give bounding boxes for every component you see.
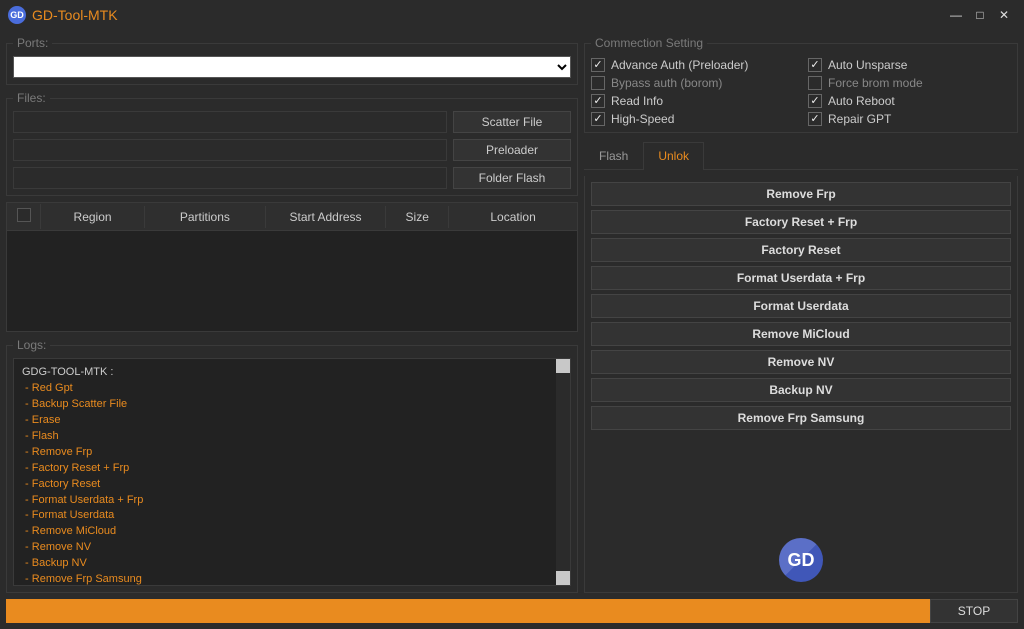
titlebar: GD GD-Tool-MTK — □ ✕ bbox=[0, 0, 1024, 30]
unlock-btn-factory-reset-frp[interactable]: Factory Reset + Frp bbox=[591, 210, 1011, 234]
conn-option-2[interactable]: Bypass auth (borom) bbox=[591, 76, 794, 90]
connection-setting-group: Commection Setting Advance Auth (Preload… bbox=[584, 36, 1018, 133]
minimize-button[interactable]: — bbox=[944, 5, 968, 25]
checkbox-icon bbox=[808, 58, 822, 72]
stop-button[interactable]: STOP bbox=[930, 599, 1018, 623]
conn-option-4[interactable]: Read Info bbox=[591, 94, 794, 108]
tab-flash[interactable]: Flash bbox=[584, 142, 643, 170]
conn-option-label: Force brom mode bbox=[828, 76, 923, 90]
log-line: - Factory Reset bbox=[22, 477, 562, 493]
close-button[interactable]: ✕ bbox=[992, 5, 1016, 25]
unlock-panel: Remove Frp Factory Reset + Frp Factory Res… bbox=[584, 176, 1018, 593]
logs-output[interactable]: GDG-TOOL-MTK : - Red Gpt - Backup Scatte… bbox=[13, 358, 571, 586]
checkbox-icon bbox=[591, 94, 605, 108]
logs-group: Logs: GDG-TOOL-MTK : - Red Gpt - Backup … bbox=[6, 338, 578, 593]
scatter-file-button[interactable]: Scatter File bbox=[453, 111, 571, 133]
preloader-button[interactable]: Preloader bbox=[453, 139, 571, 161]
ports-legend: Ports: bbox=[13, 36, 52, 50]
app-title: GD-Tool-MTK bbox=[32, 7, 118, 23]
conn-option-label: Advance Auth (Preloader) bbox=[611, 58, 748, 72]
files-group: Files: Scatter File Preloader Folder Fla… bbox=[6, 91, 578, 196]
log-line: - Backup Scatter File bbox=[22, 397, 562, 413]
ports-select[interactable] bbox=[13, 56, 571, 78]
th-start-address: Start Address bbox=[266, 206, 387, 228]
folder-flash-input[interactable] bbox=[13, 167, 447, 189]
maximize-button[interactable]: □ bbox=[968, 5, 992, 25]
log-line: - Flash bbox=[22, 429, 562, 445]
tab-bar: Flash Unlok bbox=[584, 141, 1018, 170]
checkbox-icon bbox=[808, 94, 822, 108]
log-header: GDG-TOOL-MTK : bbox=[22, 365, 562, 381]
checkbox-icon bbox=[808, 76, 822, 90]
log-line: - Erase bbox=[22, 413, 562, 429]
select-all-checkbox[interactable] bbox=[17, 208, 31, 222]
progress-bar bbox=[6, 599, 930, 623]
th-location: Location bbox=[449, 206, 577, 228]
conn-option-label: Repair GPT bbox=[828, 112, 891, 126]
bottom-bar: STOP bbox=[6, 599, 1018, 623]
unlock-btn-factory-reset[interactable]: Factory Reset bbox=[591, 238, 1011, 262]
log-line: - Remove Frp bbox=[22, 445, 562, 461]
conn-option-label: Bypass auth (borom) bbox=[611, 76, 722, 90]
conn-option-label: High-Speed bbox=[611, 112, 674, 126]
preloader-input[interactable] bbox=[13, 139, 447, 161]
unlock-btn-backup-nv[interactable]: Backup NV bbox=[591, 378, 1011, 402]
log-line: - Backup NV bbox=[22, 556, 562, 572]
conn-option-1[interactable]: Auto Unsparse bbox=[808, 58, 1011, 72]
app-icon: GD bbox=[8, 6, 26, 24]
tab-unlock[interactable]: Unlok bbox=[643, 142, 704, 170]
partition-table: Region Partitions Start Address Size Loc… bbox=[6, 202, 578, 332]
table-body bbox=[7, 231, 577, 331]
unlock-btn-format-userdata-frp[interactable]: Format Userdata + Frp bbox=[591, 266, 1011, 290]
logs-scrollbar[interactable] bbox=[556, 359, 570, 585]
log-line: - Remove MiCloud bbox=[22, 524, 562, 540]
log-line: - Remove Frp Samsung bbox=[22, 572, 562, 586]
logs-scroll-down[interactable] bbox=[556, 571, 570, 585]
ports-group: Ports: bbox=[6, 36, 578, 85]
checkbox-icon bbox=[808, 112, 822, 126]
unlock-btn-remove-nv[interactable]: Remove NV bbox=[591, 350, 1011, 374]
checkbox-icon bbox=[591, 58, 605, 72]
th-size: Size bbox=[386, 206, 449, 228]
conn-option-label: Read Info bbox=[611, 94, 663, 108]
gd-logo: GD bbox=[779, 538, 823, 582]
folder-flash-button[interactable]: Folder Flash bbox=[453, 167, 571, 189]
scatter-file-input[interactable] bbox=[13, 111, 447, 133]
th-region: Region bbox=[41, 206, 145, 228]
th-partitions: Partitions bbox=[145, 206, 266, 228]
log-line: - Format Userdata bbox=[22, 508, 562, 524]
checkbox-icon bbox=[591, 76, 605, 90]
table-header: Region Partitions Start Address Size Loc… bbox=[7, 203, 577, 231]
log-line: - Format Userdata + Frp bbox=[22, 493, 562, 509]
unlock-btn-remove-frp[interactable]: Remove Frp bbox=[591, 182, 1011, 206]
conn-option-5[interactable]: Auto Reboot bbox=[808, 94, 1011, 108]
conn-option-label: Auto Unsparse bbox=[828, 58, 907, 72]
connection-legend: Commection Setting bbox=[591, 36, 707, 50]
logs-legend: Logs: bbox=[13, 338, 50, 352]
log-line: - Factory Reset + Frp bbox=[22, 461, 562, 477]
logs-scroll-up[interactable] bbox=[556, 359, 570, 373]
unlock-btn-remove-micloud[interactable]: Remove MiCloud bbox=[591, 322, 1011, 346]
conn-option-6[interactable]: High-Speed bbox=[591, 112, 794, 126]
unlock-btn-format-userdata[interactable]: Format Userdata bbox=[591, 294, 1011, 318]
conn-option-label: Auto Reboot bbox=[828, 94, 895, 108]
files-legend: Files: bbox=[13, 91, 50, 105]
conn-option-3[interactable]: Force brom mode bbox=[808, 76, 1011, 90]
log-line: - Red Gpt bbox=[22, 381, 562, 397]
unlock-btn-remove-frp-samsung[interactable]: Remove Frp Samsung bbox=[591, 406, 1011, 430]
checkbox-icon bbox=[591, 112, 605, 126]
conn-option-7[interactable]: Repair GPT bbox=[808, 112, 1011, 126]
conn-option-0[interactable]: Advance Auth (Preloader) bbox=[591, 58, 794, 72]
log-line: - Remove NV bbox=[22, 540, 562, 556]
